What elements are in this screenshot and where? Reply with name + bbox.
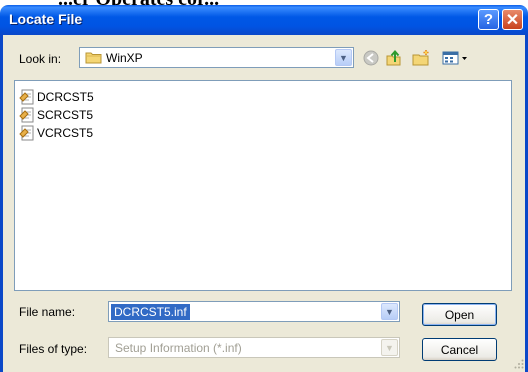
help-button[interactable]: ?	[478, 9, 499, 30]
chevron-down-icon: ▼	[339, 52, 348, 63]
file-name-label: File name:	[19, 305, 76, 319]
file-name-combobox[interactable]: DCRCST5.inf ▼	[108, 301, 400, 322]
up-folder-icon	[386, 49, 401, 66]
file-name: VCRCST5	[37, 126, 94, 140]
look-in-value: WinXP	[106, 51, 143, 65]
close-icon: ✕	[505, 11, 520, 29]
file-list[interactable]: DCRCST5 SCRCST5 VCRCST5	[14, 80, 512, 291]
files-of-type-dropdown-button: ▼	[381, 339, 398, 356]
new-folder-icon	[412, 50, 429, 66]
close-button[interactable]: ✕	[502, 9, 523, 30]
open-button[interactable]: Open	[422, 303, 497, 326]
files-of-type-combobox: Setup Information (*.inf) ▼	[108, 337, 400, 358]
chevron-down-icon: ▼	[385, 306, 394, 317]
file-name: DCRCST5	[37, 90, 94, 104]
file-name: SCRCST5	[37, 108, 94, 122]
title-bar[interactable]: Locate File ? ✕	[0, 5, 528, 35]
look-in-dropdown-button[interactable]: ▼	[335, 49, 352, 66]
look-in-combobox[interactable]: WinXP ▼	[79, 47, 354, 68]
folder-icon	[85, 52, 102, 64]
setup-inf-icon	[19, 125, 34, 141]
dialog-title: Locate File	[9, 11, 83, 27]
files-of-type-label: Files of type:	[19, 342, 88, 356]
chevron-down-icon: ▼	[385, 342, 394, 353]
resize-grip-icon[interactable]	[514, 359, 524, 369]
help-icon: ?	[483, 11, 494, 28]
cancel-button[interactable]: Cancel	[422, 338, 497, 361]
file-name-dropdown-button[interactable]: ▼	[381, 303, 398, 320]
create-new-folder-button[interactable]	[410, 48, 432, 68]
file-item-dcrcst5[interactable]: DCRCST5	[19, 89, 94, 105]
setup-inf-icon	[19, 107, 34, 123]
back-button[interactable]	[361, 48, 381, 68]
files-of-type-value: Setup Information (*.inf)	[115, 341, 242, 355]
view-menu-button[interactable]	[441, 48, 471, 68]
file-name-input[interactable]: DCRCST5.inf	[111, 304, 190, 320]
back-arrow-icon	[363, 50, 379, 66]
file-item-scrcst5[interactable]: SCRCST5	[19, 107, 93, 123]
look-in-label: Look in:	[19, 52, 62, 66]
file-item-vcrcst5[interactable]: VCRCST5	[19, 125, 93, 141]
setup-inf-icon	[19, 89, 34, 105]
up-one-level-button[interactable]	[384, 48, 404, 68]
view-menu-icon	[442, 51, 467, 65]
